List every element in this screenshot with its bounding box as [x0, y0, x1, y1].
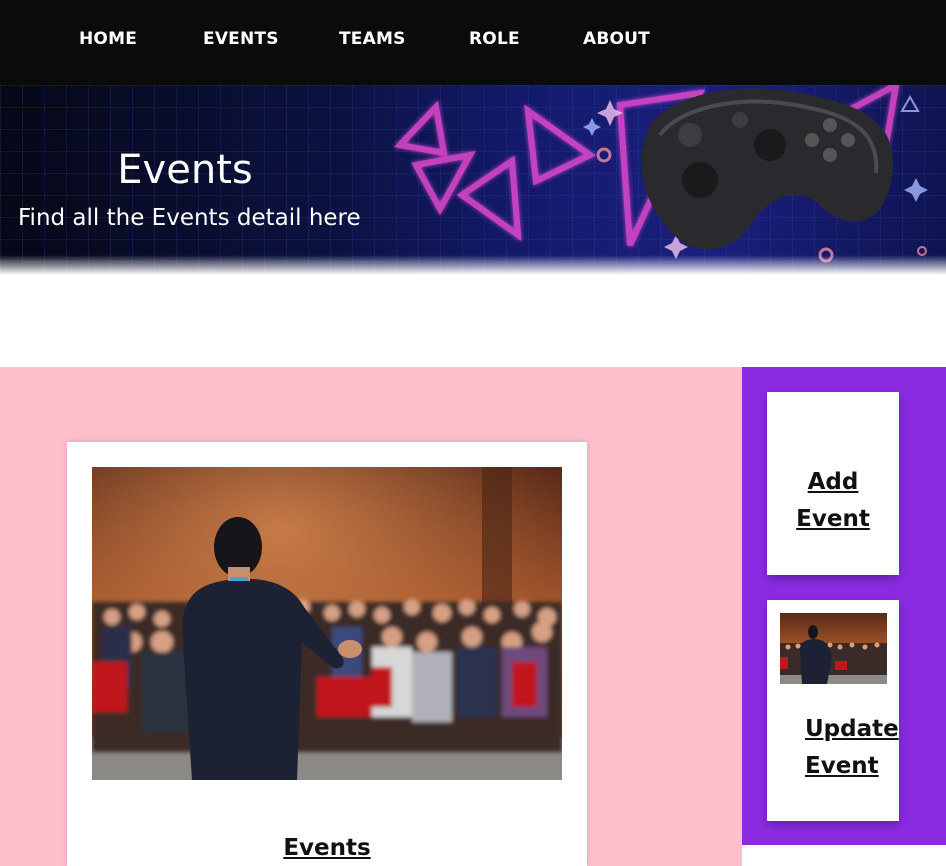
hero-subtitle: Find all the Events detail here: [18, 205, 361, 231]
nav-events[interactable]: EVENTS: [203, 29, 279, 49]
update-event-thumbnail-image: [780, 613, 887, 684]
conference-photo-image: [92, 467, 562, 780]
neon-triangle-icon: [456, 155, 522, 242]
neon-triangle-icon: [394, 100, 448, 157]
events-card: Events: [67, 442, 587, 866]
conference-photo: [92, 467, 562, 780]
update-event-label-line1: Update: [805, 716, 899, 742]
star-icon: [583, 118, 601, 136]
add-event-label-line2: Event: [796, 506, 870, 532]
update-event-label-line2: Event: [805, 753, 879, 779]
nav-about[interactable]: ABOUT: [583, 29, 650, 49]
game-controller-icon: [641, 88, 893, 250]
hero-fade: [0, 255, 946, 275]
add-event-link[interactable]: Add Event: [767, 464, 899, 538]
neon-triangle-icon: [524, 104, 596, 186]
neon-triangle-icon: [411, 150, 476, 216]
sparkle-icon: [596, 147, 612, 163]
events-link[interactable]: Events: [67, 835, 587, 861]
add-event-label-line1: Add: [807, 469, 859, 495]
triangle-icon: [900, 94, 920, 112]
sparkle-icon: [917, 246, 927, 256]
update-event-link[interactable]: Update Event: [805, 711, 899, 785]
add-event-card[interactable]: Add Event: [767, 392, 899, 575]
update-event-card[interactable]: Update Event: [767, 600, 899, 821]
star-icon: [904, 178, 928, 202]
hero-banner: Events Find all the Events detail here: [0, 85, 946, 275]
nav-role[interactable]: ROLE: [469, 29, 520, 49]
nav-teams[interactable]: TEAMS: [339, 29, 406, 49]
hero-title: Events: [117, 147, 253, 193]
update-event-thumbnail: [780, 613, 887, 684]
top-navbar: HOME EVENTS TEAMS ROLE ABOUT: [0, 0, 946, 85]
nav-home[interactable]: HOME: [79, 29, 137, 49]
